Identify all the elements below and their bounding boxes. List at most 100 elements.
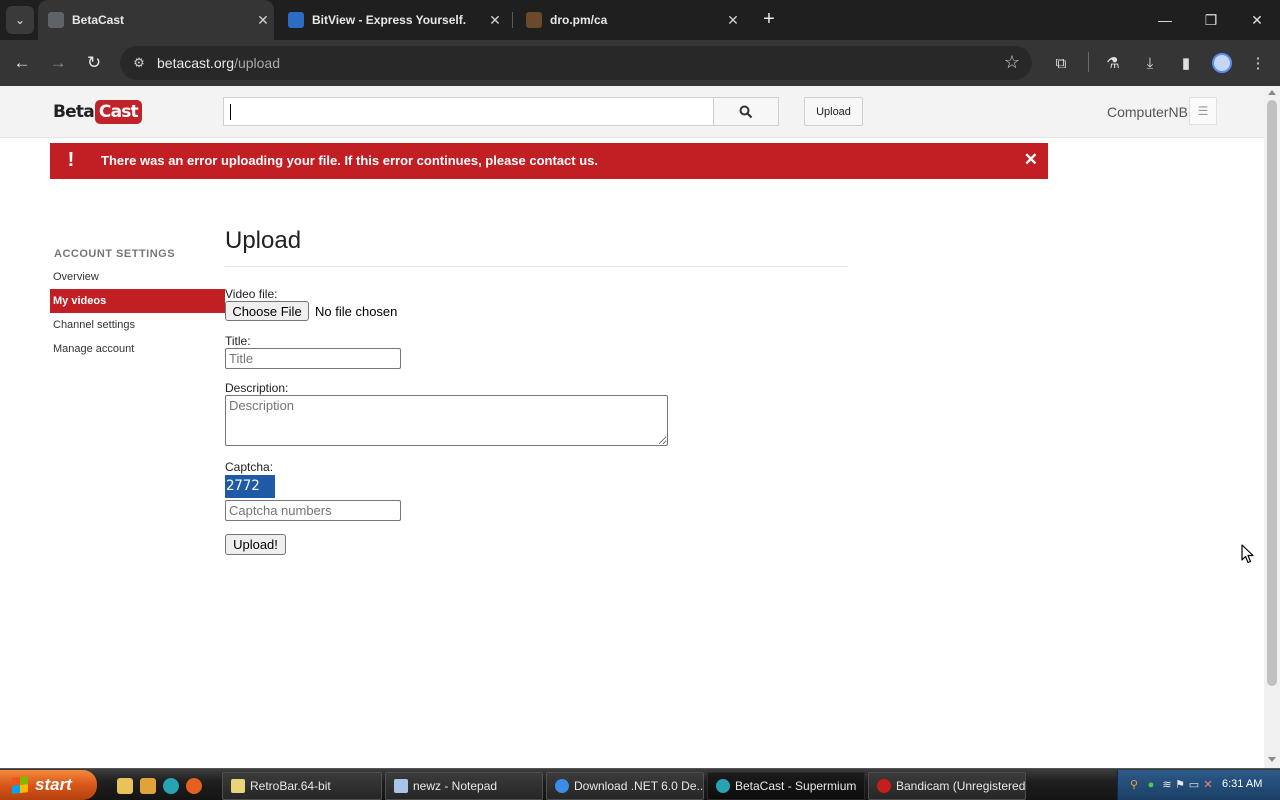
- task-label: BetaCast - Supermium: [735, 779, 857, 793]
- minimize-icon[interactable]: —: [1142, 0, 1188, 40]
- tab-title: BitView - Express Yourself.: [312, 13, 467, 27]
- media-player-icon[interactable]: [140, 778, 156, 794]
- task-retrobar[interactable]: RetroBar.64-bit: [222, 772, 382, 800]
- download-icon[interactable]: ⤓: [1139, 52, 1161, 74]
- toolbar-separator: [1088, 52, 1089, 72]
- task-bandicam[interactable]: Bandicam (Unregistered): [868, 772, 1026, 800]
- task-label: newz - Notepad: [413, 779, 498, 793]
- alert-message: There was an error uploading your file. …: [101, 153, 599, 168]
- page-title: Upload: [225, 227, 302, 254]
- reload-icon[interactable]: ↻: [81, 50, 107, 76]
- bitview-favicon-icon: [288, 12, 304, 28]
- sidebar-item-my-videos[interactable]: My videos: [50, 289, 225, 313]
- browser-tab-strip: ⌄ BetaCast ✕ BitView - Express Yourself.…: [0, 0, 1280, 40]
- window-close-icon[interactable]: ✕: [1234, 0, 1280, 40]
- notepad-icon: [394, 779, 408, 793]
- web-page: Beta Cast Upload ComputerNB ☰ ! There was…: [0, 86, 1264, 768]
- sidebar-item-manage-account[interactable]: Manage account: [50, 337, 225, 361]
- exclamation-icon: !: [67, 149, 75, 171]
- flag-icon[interactable]: ⚑: [1174, 779, 1186, 791]
- alert-close-icon[interactable]: ✕: [1024, 151, 1038, 169]
- logo-beta-text: Beta: [53, 102, 95, 122]
- forward-arrow-icon[interactable]: →: [45, 50, 71, 76]
- header-upload-button[interactable]: Upload: [804, 97, 863, 126]
- status-dot-icon[interactable]: ●: [1145, 779, 1157, 791]
- site-info-icon[interactable]: ⚙: [130, 54, 148, 72]
- bookmark-star-icon[interactable]: ☆: [1004, 52, 1020, 73]
- sidebar-item-overview[interactable]: Overview: [50, 265, 225, 289]
- page-scrollbar[interactable]: [1264, 86, 1280, 768]
- labs-flask-icon[interactable]: ⚗: [1102, 52, 1124, 74]
- logo-cast-text: Cast: [94, 100, 142, 124]
- video-file-label: Video file:: [225, 287, 278, 301]
- tab-title: BetaCast: [72, 13, 125, 27]
- display-icon[interactable]: ▭: [1188, 779, 1200, 791]
- username-link[interactable]: ComputerNB: [1107, 104, 1188, 120]
- volume-muted-icon[interactable]: ✕: [1202, 779, 1214, 791]
- bandicam-icon: [877, 779, 891, 793]
- scroll-down-arrow-icon[interactable]: [1268, 757, 1276, 762]
- betacast-logo[interactable]: Beta Cast: [53, 98, 142, 126]
- scroll-thumb[interactable]: [1267, 100, 1277, 686]
- menu-lines-icon: ☰: [1197, 104, 1209, 118]
- url-path: /upload: [234, 55, 280, 71]
- url-host: betacast.org: [157, 55, 235, 71]
- supermium-icon: [716, 779, 730, 793]
- address-bar[interactable]: ⚙ betacast.org/upload ☆: [120, 46, 1032, 80]
- search-tray-icon[interactable]: ⚲: [1128, 779, 1140, 791]
- task-download-dotnet[interactable]: Download .NET 6.0 De...: [546, 772, 704, 800]
- folder-icon[interactable]: [117, 778, 133, 794]
- sidebar-heading: ACCOUNT SETTINGS: [54, 248, 176, 260]
- tab-close-icon[interactable]: ✕: [484, 12, 506, 29]
- tab-separator: [512, 12, 513, 28]
- task-notepad[interactable]: newz - Notepad: [385, 772, 543, 800]
- site-header: Beta Cast Upload ComputerNB ☰: [0, 86, 1264, 138]
- chevron-down-icon: ⌄: [14, 13, 26, 27]
- terminal-favicon-icon: [526, 12, 542, 28]
- task-label: Download .NET 6.0 De...: [574, 779, 703, 793]
- description-label: Description:: [225, 381, 289, 395]
- tab-title: dro.pm/ca: [550, 13, 608, 27]
- choose-file-button[interactable]: Choose File: [225, 301, 309, 321]
- task-betacast-supermium[interactable]: BetaCast - Supermium: [707, 772, 865, 800]
- title-input[interactable]: [225, 348, 401, 369]
- description-textarea[interactable]: [225, 395, 668, 446]
- extensions-icon[interactable]: ⧉: [1050, 52, 1072, 74]
- text-caret: [230, 104, 231, 120]
- side-panel-icon[interactable]: ▮: [1175, 52, 1197, 74]
- captcha-input[interactable]: [225, 500, 401, 521]
- start-button[interactable]: start: [0, 770, 97, 800]
- supermium-icon[interactable]: [163, 778, 179, 794]
- tab-close-icon[interactable]: ✕: [722, 12, 744, 29]
- captcha-label: Captcha:: [225, 460, 274, 474]
- retrobar-icon: [231, 779, 245, 793]
- sidebar-item-channel-settings[interactable]: Channel settings: [50, 313, 225, 337]
- internet-explorer-icon: [555, 779, 569, 793]
- upload-submit-button[interactable]: Upload!: [225, 534, 286, 555]
- scroll-up-arrow-icon[interactable]: [1268, 90, 1276, 95]
- search-input[interactable]: [223, 97, 714, 126]
- tab-betacast[interactable]: BetaCast ✕: [38, 0, 274, 40]
- new-tab-button[interactable]: +: [758, 8, 780, 30]
- tab-close-icon[interactable]: ✕: [252, 12, 274, 29]
- profile-avatar-icon[interactable]: [1212, 53, 1232, 73]
- tab-search-button[interactable]: ⌄: [6, 6, 34, 34]
- start-label: start: [35, 775, 72, 794]
- user-menu-button[interactable]: ☰: [1189, 97, 1217, 125]
- task-label: Bandicam (Unregistered): [896, 779, 1025, 793]
- globe-icon: [48, 12, 64, 28]
- firefox-icon[interactable]: [186, 778, 202, 794]
- search-button[interactable]: [713, 97, 779, 126]
- back-arrow-icon[interactable]: ←: [9, 50, 35, 76]
- title-divider: [225, 266, 848, 267]
- restore-icon[interactable]: ❐: [1188, 0, 1234, 40]
- url-text: betacast.org/upload: [157, 55, 280, 71]
- mouse-cursor-icon: [1241, 544, 1254, 564]
- file-status-text: No file chosen: [315, 304, 398, 319]
- network-icon[interactable]: ≋: [1161, 779, 1173, 791]
- task-label: RetroBar.64-bit: [250, 779, 331, 793]
- tab-dro-pm[interactable]: dro.pm/ca ✕: [516, 0, 744, 40]
- kebab-menu-icon[interactable]: ⋮: [1247, 52, 1269, 74]
- taskbar-clock[interactable]: 6:31 AM: [1222, 778, 1262, 790]
- tab-bitview[interactable]: BitView - Express Yourself. ✕: [278, 0, 506, 40]
